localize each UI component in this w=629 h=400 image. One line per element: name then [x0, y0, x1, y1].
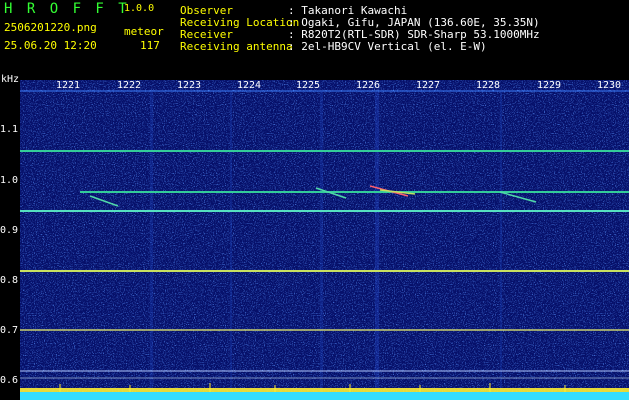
app-name: H R O F F T [4, 1, 130, 17]
app-version: 1.0.0 [124, 3, 155, 14]
y-tick-label: 1.0 [0, 175, 19, 186]
noise-layer [20, 80, 629, 400]
y-unit-label: kHz [1, 74, 20, 85]
x-tick-label: 1227 [416, 80, 441, 91]
receiver-value: : R820T2(RTL-SDR) SDR-Sharp 53.1000MHz [288, 28, 540, 41]
spectrogram-plot [20, 80, 629, 400]
x-tick-label: 1230 [597, 80, 622, 91]
location-value: : Ogaki, Gifu, JAPAN (136.60E, 35.35N) [288, 16, 540, 29]
y-tick-label: 0.7 [0, 325, 19, 336]
location-label: Receiving Location [180, 16, 300, 29]
file-name: 2506201220.png [4, 21, 97, 34]
receiver-label: Receiver [180, 28, 233, 41]
date-time: 25.06.20 12:20 [4, 39, 97, 52]
x-tick-label: 1222 [117, 80, 142, 91]
observer-label: Observer [180, 4, 233, 17]
x-tick-label: 1226 [356, 80, 381, 91]
x-tick-label: 1223 [177, 80, 202, 91]
y-tick-label: 1.1 [0, 124, 19, 135]
header-panel: H R O F F T 1.0.0 2506201220.png 25.06.2… [0, 0, 629, 80]
x-tick-label: 1229 [537, 80, 562, 91]
antenna-value: : 2el-HB9CV Vertical (el. E-W) [288, 40, 487, 53]
x-tick-label: 1225 [296, 80, 321, 91]
y-tick-label: 0.6 [0, 375, 19, 386]
meteor-count: 117 [140, 39, 160, 52]
meteor-label: meteor [124, 25, 164, 38]
observer-value: : Takanori Kawachi [288, 4, 408, 17]
antenna-label: Receiving antenna [180, 40, 293, 53]
x-tick-label: 1221 [56, 80, 81, 91]
x-tick-label: 1228 [476, 80, 501, 91]
y-tick-label: 0.8 [0, 275, 19, 286]
y-tick-label: 0.9 [0, 225, 19, 236]
x-tick-label: 1224 [237, 80, 262, 91]
